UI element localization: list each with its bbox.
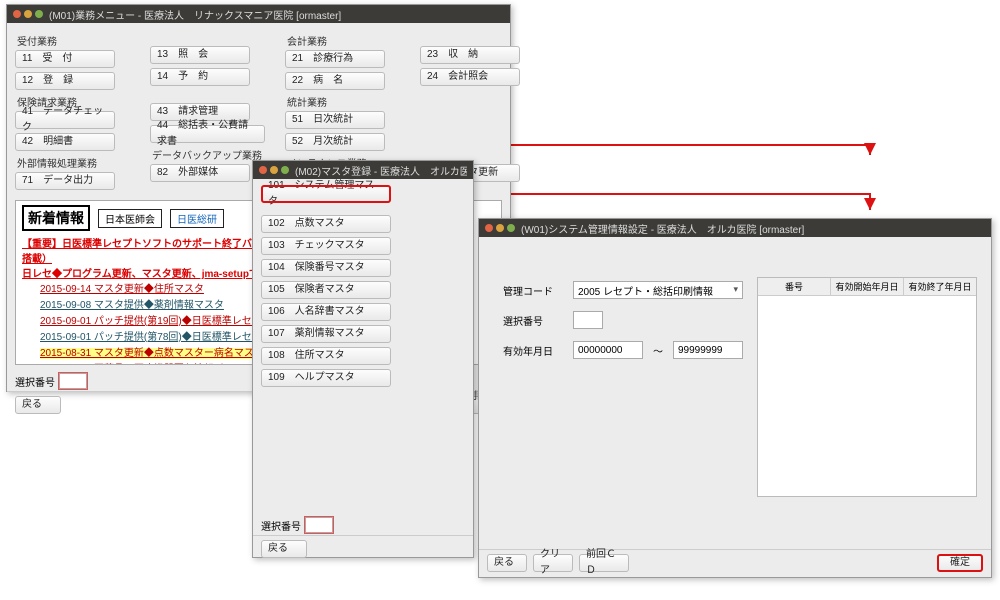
btn-106[interactable]: 106 人名辞書マスタ <box>261 303 391 321</box>
clear-button[interactable]: クリア <box>533 554 573 572</box>
section-accounting: 会計業務 <box>287 33 400 48</box>
btn-12[interactable]: 12 登 録 <box>15 72 115 90</box>
titlebar-m01: (M01)業務メニュー - 医療法人 リナックスマニア医院 [ormaster] <box>7 5 510 23</box>
news-btn-souken[interactable]: 日医総研 <box>170 209 224 228</box>
btn-11[interactable]: 11 受 付 <box>15 50 115 68</box>
label-mgmtcode: 管理コード <box>503 283 563 298</box>
back-button[interactable]: 戻る <box>487 554 527 572</box>
prevcd-button[interactable]: 前回ＣＤ <box>579 554 629 572</box>
maximize-icon[interactable] <box>35 10 43 18</box>
close-icon[interactable] <box>485 224 493 232</box>
sel-label: 選択番号 <box>261 518 301 533</box>
section-stats: 統計業務 <box>287 94 400 109</box>
btn-105[interactable]: 105 保険者マスタ <box>261 281 391 299</box>
col-end: 有効終了年月日 <box>904 278 976 295</box>
label-selno: 選択番号 <box>503 313 563 328</box>
window-controls[interactable] <box>259 166 289 174</box>
sel-input[interactable] <box>305 517 333 533</box>
window-title: (W01)システム管理情報設定 - 医療法人 オルカ医院 [ormaster] <box>521 221 804 236</box>
window-title: (M01)業務メニュー - 医療法人 リナックスマニア医院 [ormaster] <box>49 7 341 22</box>
btn-44[interactable]: 44 総括表・公費請求書 <box>150 125 265 143</box>
label-validdate: 有効年月日 <box>503 343 563 358</box>
btn-102[interactable]: 102 点数マスタ <box>261 215 391 233</box>
back-button[interactable]: 戻る <box>15 396 61 414</box>
minimize-icon[interactable] <box>24 10 32 18</box>
btn-107[interactable]: 107 薬剤情報マスタ <box>261 325 391 343</box>
btn-21[interactable]: 21 診療行為 <box>285 50 385 68</box>
btn-104[interactable]: 104 保険番号マスタ <box>261 259 391 277</box>
btn-108[interactable]: 108 住所マスタ <box>261 347 391 365</box>
maximize-icon[interactable] <box>281 166 289 174</box>
window-controls[interactable] <box>485 224 515 232</box>
news-title: 新着情報 <box>22 205 90 231</box>
section-external: 外部情報処理業務 <box>17 155 130 170</box>
input-date-from[interactable]: 00000000 <box>573 341 643 359</box>
window-w01-sysmgmt: (W01)システム管理情報設定 - 医療法人 オルカ医院 [ormaster] … <box>478 218 992 578</box>
btn-14[interactable]: 14 予 約 <box>150 68 250 86</box>
input-selno[interactable] <box>573 311 603 329</box>
section-reception: 受付業務 <box>17 33 130 48</box>
btn-22[interactable]: 22 病 名 <box>285 72 385 90</box>
window-m02-master-reg: (M02)マスタ登録 - 医療法人 オルカ医院 [ormaster] 101 シ… <box>252 160 474 558</box>
close-icon[interactable] <box>259 166 267 174</box>
btn-71[interactable]: 71 データ出力 <box>15 172 115 190</box>
select-mgmtcode[interactable]: 2005 レセプト・総括印刷情報 <box>573 281 743 299</box>
btn-109[interactable]: 109 ヘルプマスタ <box>261 369 391 387</box>
col-start: 有効開始年月日 <box>831 278 904 295</box>
window-title: (M02)マスタ登録 - 医療法人 オルカ医院 [ormaster] <box>295 163 467 178</box>
input-date-to[interactable]: 99999999 <box>673 341 743 359</box>
window-controls[interactable] <box>13 10 43 18</box>
btn-82[interactable]: 82 外部媒体 <box>150 164 250 182</box>
titlebar-w01: (W01)システム管理情報設定 - 医療法人 オルカ医院 [ormaster] <box>479 219 991 237</box>
minimize-icon[interactable] <box>496 224 504 232</box>
valid-periods-table[interactable]: 番号 有効開始年月日 有効終了年月日 <box>757 277 977 497</box>
maximize-icon[interactable] <box>507 224 515 232</box>
btn-23[interactable]: 23 収 納 <box>420 46 520 64</box>
btn-13[interactable]: 13 照 会 <box>150 46 250 64</box>
btn-103[interactable]: 103 チェックマスタ <box>261 237 391 255</box>
sel-input[interactable] <box>59 373 87 389</box>
back-button[interactable]: 戻る <box>261 540 307 558</box>
titlebar-m02: (M02)マスタ登録 - 医療法人 オルカ医院 [ormaster] <box>253 161 473 179</box>
news-btn-jma[interactable]: 日本医師会 <box>98 209 162 228</box>
close-icon[interactable] <box>13 10 21 18</box>
tilde: 〜 <box>653 343 663 358</box>
btn-24[interactable]: 24 会計照会 <box>420 68 520 86</box>
section-backup: データバックアップ業務 <box>152 147 265 162</box>
confirm-button[interactable]: 確定 <box>937 554 983 572</box>
minimize-icon[interactable] <box>270 166 278 174</box>
sel-label: 選択番号 <box>15 374 55 389</box>
btn-101-sysmgmt[interactable]: 101 システム管理マスタ <box>261 185 391 203</box>
btn-42[interactable]: 42 明細書 <box>15 133 115 151</box>
btn-41[interactable]: 41 データチェック <box>15 111 115 129</box>
col-no: 番号 <box>758 278 831 295</box>
btn-51[interactable]: 51 日次統計 <box>285 111 385 129</box>
btn-52[interactable]: 52 月次統計 <box>285 133 385 151</box>
